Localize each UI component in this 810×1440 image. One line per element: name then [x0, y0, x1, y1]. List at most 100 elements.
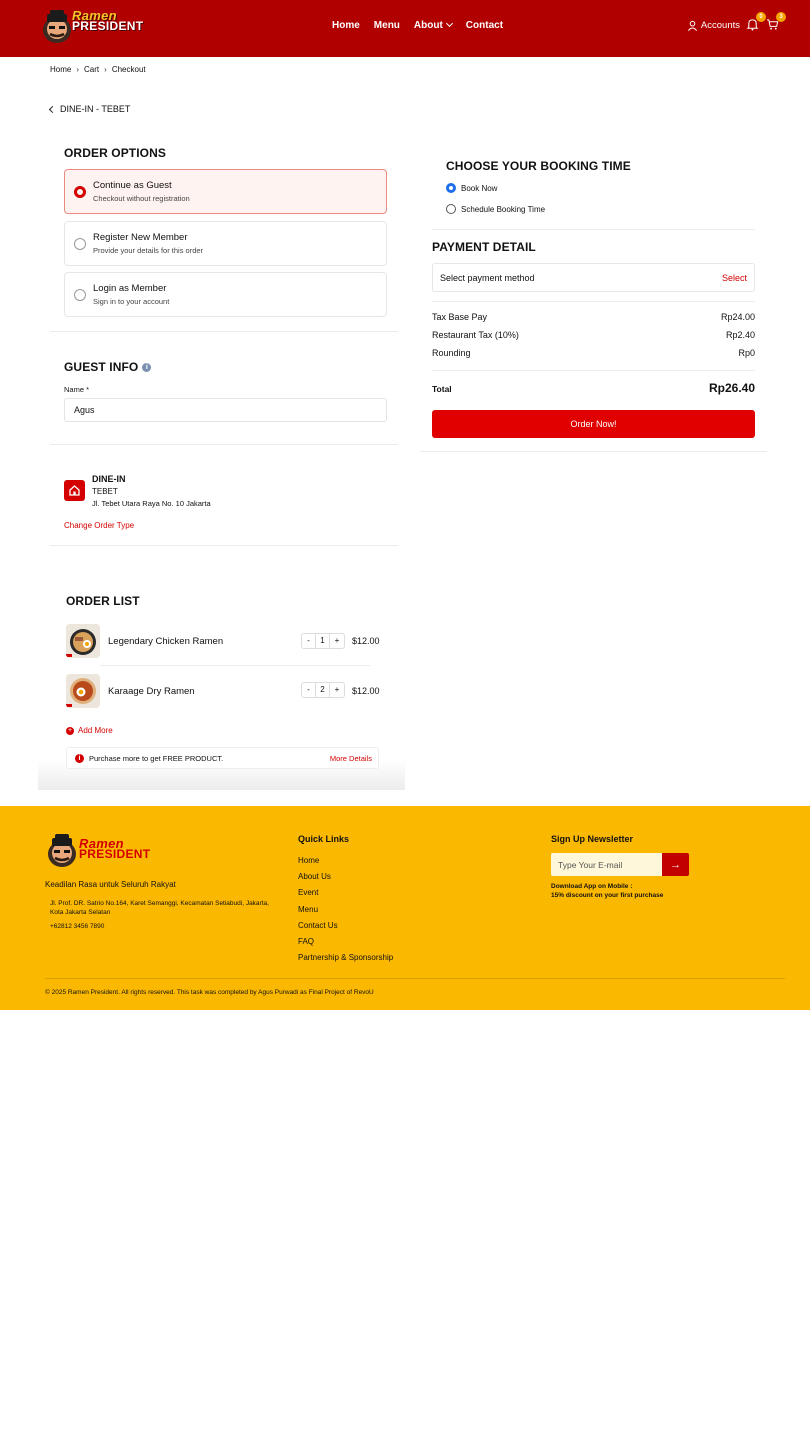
- quick-links-title: Quick Links: [298, 834, 350, 844]
- summary-row: Rounding Rp0: [432, 348, 755, 358]
- promo-banner: i Purchase more to get FREE PRODUCT. Mor…: [66, 747, 379, 769]
- add-more-label: Add More: [78, 726, 113, 735]
- booking-option-now[interactable]: Book Now: [446, 183, 497, 193]
- booking-option-schedule[interactable]: Schedule Booking Time: [446, 204, 545, 214]
- ramen-bowl-image: [66, 674, 100, 708]
- summary-label: Tax Base Pay: [432, 312, 488, 322]
- breadcrumb-cart[interactable]: Cart: [84, 65, 99, 74]
- add-more-button[interactable]: + Add More: [66, 726, 113, 735]
- total-value: Rp26.40: [708, 381, 755, 395]
- ramen-bowl-icon: [66, 624, 100, 658]
- summary-row: Restaurant Tax (10%) Rp2.40: [432, 330, 755, 340]
- quantity-stepper: - 2 +: [301, 682, 345, 698]
- payment-title: PAYMENT DETAIL: [432, 240, 536, 254]
- footer-tagline: Keadilan Rasa untuk Seluruh Rakyat: [45, 880, 176, 889]
- total-label: Total: [432, 384, 452, 394]
- dine-in-badge: [64, 480, 85, 501]
- radio-button[interactable]: [74, 186, 86, 198]
- divider: [50, 444, 398, 445]
- quick-links-list: Home About Us Event Menu Contact Us FAQ …: [298, 853, 393, 966]
- footer-link-event[interactable]: Event: [298, 885, 393, 901]
- decrement-button[interactable]: -: [302, 634, 316, 648]
- ramen-bowl-icon: [66, 674, 100, 708]
- more-details-link[interactable]: More Details: [330, 754, 372, 763]
- nav-home[interactable]: Home: [332, 20, 360, 31]
- newsletter-submit-button[interactable]: →: [662, 853, 689, 876]
- item-price: $12.00: [352, 636, 380, 646]
- name-label: Name *: [64, 385, 90, 394]
- radio-button[interactable]: [446, 183, 456, 193]
- breadcrumb-separator: ›: [76, 65, 80, 74]
- footer-logo[interactable]: Ramen PRESIDENT: [45, 832, 150, 870]
- option-register[interactable]: Register New Member Provide your details…: [64, 221, 387, 266]
- main-nav: Home Menu About Contact: [332, 19, 503, 31]
- brand-logo[interactable]: Ramen PRESIDENT: [40, 6, 143, 46]
- footer-divider: [45, 978, 785, 979]
- summary-value: Rp0: [738, 348, 755, 358]
- accounts-link[interactable]: Accounts: [687, 20, 740, 31]
- summary-value: Rp2.40: [725, 330, 755, 340]
- breadcrumb-home[interactable]: Home: [50, 65, 71, 74]
- mascot-icon: [48, 834, 76, 867]
- radio-button[interactable]: [74, 238, 86, 250]
- total-row: Total Rp26.40: [432, 381, 755, 395]
- nav-contact[interactable]: Contact: [466, 20, 503, 31]
- decrement-button[interactable]: -: [302, 683, 316, 697]
- radio-button[interactable]: [74, 289, 86, 301]
- divider: [432, 229, 755, 230]
- breadcrumb-separator: ›: [104, 65, 107, 74]
- booking-option-label: Book Now: [461, 183, 498, 193]
- back-button[interactable]: DINE-IN - TEBET: [48, 104, 130, 114]
- summary-row: Tax Base Pay Rp24.00: [432, 312, 755, 322]
- radio-button[interactable]: [446, 204, 456, 214]
- accounts-label: Accounts: [700, 19, 740, 31]
- app-promo-line1: Download App on Mobile :: [551, 883, 633, 890]
- quantity-value: 1: [316, 634, 330, 648]
- option-login[interactable]: Login as Member Sign in to your account: [64, 272, 387, 317]
- footer-wordmark: Ramen PRESIDENT: [79, 836, 151, 861]
- nav-about[interactable]: About: [414, 19, 453, 31]
- change-order-type-link[interactable]: Change Order Type: [64, 521, 134, 530]
- order-now-button[interactable]: Order Now!: [432, 410, 755, 438]
- booking-option-label: Schedule Booking Time: [461, 204, 546, 214]
- select-payment-button[interactable]: Select: [722, 273, 747, 283]
- item-price: $12.00: [352, 686, 380, 696]
- option-subtitle: Provide your details for this order: [93, 246, 204, 255]
- guest-info-title: GUEST INFO i: [64, 360, 152, 374]
- dine-in-type: DINE-IN: [92, 474, 126, 484]
- notification-button[interactable]: 0: [746, 12, 766, 32]
- footer-link-home[interactable]: Home: [298, 853, 393, 869]
- footer-link-contact[interactable]: Contact Us: [298, 918, 393, 934]
- info-icon[interactable]: i: [142, 363, 152, 373]
- name-input[interactable]: [64, 398, 387, 422]
- cart-button[interactable]: 3: [766, 12, 786, 32]
- payment-method-select[interactable]: Select payment method Select: [432, 263, 755, 292]
- increment-button[interactable]: +: [330, 634, 344, 648]
- copyright-text: © 2025 Ramen President. All rights reser…: [45, 989, 374, 996]
- site-header: Ramen PRESIDENT Home Menu About Contact …: [0, 0, 810, 57]
- quantity-stepper: - 1 +: [301, 633, 345, 649]
- divider: [432, 301, 755, 302]
- app-promo: Download App on Mobile : 15% discount on…: [551, 882, 663, 900]
- footer-link-about[interactable]: About Us: [298, 869, 393, 885]
- footer-link-faq[interactable]: FAQ: [298, 934, 393, 950]
- increment-button[interactable]: +: [330, 683, 344, 697]
- newsletter-title: Sign Up Newsletter: [551, 834, 634, 844]
- footer-phone: +62812 3456 7890: [50, 923, 105, 930]
- dine-in-address: Jl. Tebet Utara Raya No. 10 Jakarta: [92, 499, 211, 508]
- info-icon: i: [75, 754, 84, 763]
- cart-badge: 3: [776, 12, 786, 22]
- footer-link-menu[interactable]: Menu: [298, 902, 393, 918]
- nav-menu[interactable]: Menu: [374, 20, 400, 31]
- user-icon: [687, 20, 697, 31]
- divider: [100, 665, 370, 666]
- promo-text: Purchase more to get FREE PRODUCT.: [89, 754, 224, 763]
- option-guest[interactable]: Continue as Guest Checkout without regis…: [64, 169, 387, 214]
- booking-title: CHOOSE YOUR BOOKING TIME: [446, 159, 631, 173]
- newsletter-email-input[interactable]: [551, 853, 663, 876]
- footer-link-partnership[interactable]: Partnership & Sponsorship: [298, 950, 393, 966]
- app-promo-line2: 15% discount on your first purchase: [551, 892, 664, 899]
- notification-badge: 0: [756, 12, 766, 22]
- chevron-left-icon: [48, 105, 57, 113]
- item-name: Karaage Dry Ramen: [108, 686, 195, 697]
